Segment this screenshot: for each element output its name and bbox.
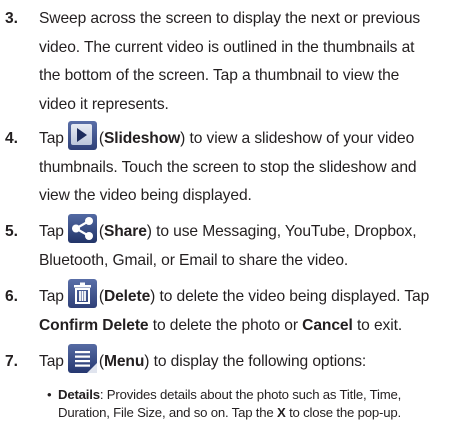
details-label: Details <box>58 387 100 402</box>
slideshow-icon <box>67 121 97 151</box>
confirm-delete-label: Confirm Delete <box>39 316 149 334</box>
step-line: video it represents. <box>39 95 169 113</box>
menu-icon <box>67 344 97 374</box>
step-line: Sweep across the screen to display the n… <box>39 10 421 27</box>
step-number: 6. <box>5 288 18 305</box>
step-number: 5. <box>5 223 18 240</box>
step-line: Bluetooth, Gmail, or Email to share the … <box>39 251 349 269</box>
tap-word: Tap <box>39 223 64 240</box>
bullet-line: Details: Provides details about the phot… <box>58 387 402 402</box>
share-icon <box>67 214 97 244</box>
tap-word: Tap <box>39 353 64 370</box>
bullet-marker: • <box>47 387 52 402</box>
step-line: the bottom of the screen. Tap a thumbnai… <box>39 67 400 85</box>
step-line: Tap (Slideshow) to view a slideshow of yo… <box>39 121 467 154</box>
share-label: Share <box>103 223 147 240</box>
tap-word: Tap <box>39 288 64 305</box>
cancel-label: Cancel <box>302 316 353 334</box>
step-line: Tap (Delete) to delete the video being di… <box>39 279 467 312</box>
tap-word: Tap <box>39 130 64 147</box>
step-line: Tap (Share) to use Messaging, YouTube, Dr… <box>39 214 467 247</box>
menu-label: Menu <box>103 353 145 370</box>
trash-icon <box>67 279 97 309</box>
step-number: 7. <box>5 353 18 370</box>
step-line: video. The current video is outlined in … <box>39 38 415 56</box>
delete-label: Delete <box>103 288 151 305</box>
step-line: thumbnails. Touch the screen to stop the… <box>39 158 417 176</box>
close-x-label: X <box>277 405 286 420</box>
step-line: view the video being displayed. <box>39 187 252 205</box>
step-number: 3. <box>5 10 18 27</box>
slideshow-label: Slideshow <box>103 130 181 147</box>
step-number: 4. <box>5 130 18 147</box>
bullet-line: Duration, File Size, and so on. Tap the … <box>58 405 401 420</box>
step-line: Tap (Menu) to display the following optio… <box>39 344 467 377</box>
step-line: Confirm Delete to delete the photo or Ca… <box>39 316 403 334</box>
